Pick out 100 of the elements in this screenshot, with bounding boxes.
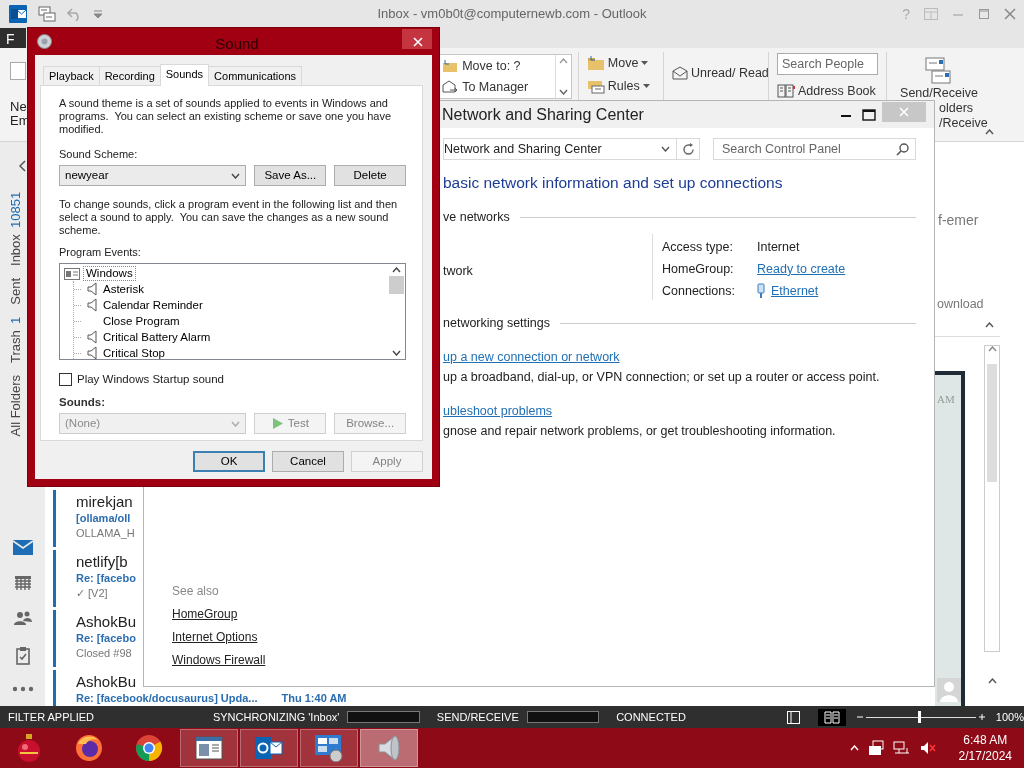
search-people-field[interactable]: Search People <box>777 53 878 75</box>
ethernet-icon <box>757 283 765 299</box>
section-heading: networking settings <box>443 315 550 332</box>
scroll-thumb[interactable] <box>389 276 404 294</box>
more-icon <box>11 686 34 692</box>
tab[interactable]: Communications <box>208 66 302 85</box>
dialog-button[interactable]: OK <box>193 451 265 472</box>
chevron-up-icon <box>985 321 994 328</box>
tree-item[interactable]: Calendar Reminder <box>81 298 203 312</box>
message-sender: netlify[b <box>76 553 129 571</box>
action-center-icon[interactable] <box>867 740 884 756</box>
window-icon <box>64 267 80 280</box>
calendar-button[interactable] <box>14 576 31 590</box>
scroll-thumb[interactable] <box>987 363 997 482</box>
envelope-arrow-icon <box>442 80 459 95</box>
folder-item[interactable]: Inbox 10851 <box>8 192 23 266</box>
folder-item[interactable]: Sent <box>8 277 23 305</box>
clock-time: 6:48 AM <box>962 732 1009 748</box>
taskbar-app[interactable] <box>240 729 298 767</box>
tasks-button[interactable] <box>15 646 30 665</box>
tree-item[interactable]: Asterisk <box>81 282 144 296</box>
taskbar-app[interactable] <box>300 729 358 767</box>
delete-button[interactable]: Delete <box>334 165 406 186</box>
people-icon <box>13 611 32 625</box>
slider-thumb[interactable] <box>917 711 921 723</box>
tree-item[interactable]: Critical Stop <box>81 346 165 359</box>
unread-read-button[interactable]: Unread/ Read <box>672 64 769 83</box>
people-button[interactable] <box>13 611 32 625</box>
connection-link[interactable]: Ethernet <box>771 281 819 301</box>
maximize-icon[interactable] <box>862 108 876 121</box>
detail-label: Connections: <box>662 282 736 300</box>
folder-icon <box>586 55 605 71</box>
reading-view-button[interactable] <box>817 708 846 726</box>
status-text: CONNECTED <box>616 709 686 725</box>
speaker-icon <box>87 330 97 344</box>
task-link[interactable]: up a new connection or network <box>443 349 620 364</box>
zoom-in-icon[interactable] <box>977 713 986 721</box>
message-subject: Re: [facebo <box>76 631 136 645</box>
send-receive-icon[interactable] <box>38 5 56 23</box>
address-book-button[interactable]: Address Book <box>777 82 878 101</box>
network-name: twork <box>443 264 473 278</box>
muted-speaker-icon[interactable] <box>919 741 936 755</box>
mail-icon[interactable] <box>9 5 27 23</box>
status-link[interactable]: Ready to create <box>757 259 846 279</box>
tab[interactable]: Sounds <box>159 64 210 86</box>
chevron-down-icon <box>231 172 241 179</box>
refresh-button[interactable] <box>676 138 700 160</box>
folder-item[interactable]: All Folders <box>8 374 23 437</box>
message-sender: AshokBu <box>76 613 138 631</box>
tab[interactable]: Playback <box>43 66 100 85</box>
see-also-link[interactable]: Internet Options <box>172 626 258 649</box>
checkbox[interactable] <box>59 373 72 386</box>
search-icon <box>896 143 909 156</box>
close-icon[interactable] <box>1004 8 1016 20</box>
tree-item[interactable]: Critical Battery Alarm <box>81 330 211 344</box>
preview-time: AM <box>937 391 956 407</box>
tree-item[interactable]: Close Program <box>81 314 180 328</box>
tab[interactable]: Recording <box>98 66 161 85</box>
network-icon[interactable] <box>892 740 911 756</box>
zoom-out-icon[interactable] <box>855 713 864 721</box>
tree-item[interactable]: Windows <box>84 267 135 280</box>
close-icon <box>413 37 423 47</box>
taskbar-app[interactable] <box>180 729 238 767</box>
see-also-link[interactable]: HomeGroup <box>172 603 238 626</box>
ribbon-label: /Receive <box>939 116 988 131</box>
quick-step[interactable]: To Manager <box>462 77 529 97</box>
collapse-ribbon-icon <box>985 129 994 135</box>
address-bar[interactable]: Network and Sharing Center <box>443 138 676 160</box>
file-tab[interactable]: F <box>0 28 26 48</box>
show-hidden-icons-icon <box>849 745 859 751</box>
detail-label: HomeGroup: <box>662 260 735 278</box>
zoom-level: 100% <box>995 709 1024 725</box>
search-field[interactable]: Search Control Panel <box>713 138 916 160</box>
dialog-button[interactable]: Cancel <box>272 451 344 472</box>
chevron-left-icon[interactable] <box>18 160 27 172</box>
rules-button[interactable]: Rules <box>586 76 655 96</box>
task-description: gnose and repair network problems, or get troubleshooting information. <box>443 422 837 440</box>
close-button[interactable] <box>402 29 432 49</box>
message-time: Thu 1:40 AM <box>281 691 347 705</box>
ornament-icon <box>16 733 42 763</box>
ribbon-field[interactable] <box>10 62 26 80</box>
scheme-dropdown[interactable]: newyear <box>59 165 247 186</box>
clock-date: 2/17/2024 <box>958 748 1012 764</box>
message-preview: Closed #98 <box>76 646 132 661</box>
mail-icon <box>12 540 33 555</box>
move-button[interactable]: Move <box>586 54 655 73</box>
customize-icon[interactable] <box>94 10 102 18</box>
task-link[interactable]: ubleshoot problems <box>443 403 553 418</box>
speaker-icon <box>87 346 97 359</box>
quick-step[interactable]: Move to: ? <box>462 57 521 76</box>
caret-icon <box>642 83 650 89</box>
see-also-link[interactable]: Windows Firewall <box>172 649 266 672</box>
more-button[interactable] <box>11 686 34 692</box>
save-as-button[interactable]: Save As... <box>254 165 327 186</box>
instruction-text: To change sounds, click a program event in the following list and then select a sound to apply. You can save the changes as a new sound scheme. <box>59 198 399 237</box>
event-list[interactable]: Windows Asterisk Calendar Reminder Close Program Critical Battery Alarm Critical Stop <box>59 263 406 360</box>
mail-button[interactable] <box>12 540 33 555</box>
send-receive-folders-icon[interactable] <box>924 56 954 86</box>
clock[interactable]: 6:48 AM 2/17/2024 <box>958 732 1012 764</box>
folder-item[interactable]: Trash 1 <box>8 316 23 363</box>
